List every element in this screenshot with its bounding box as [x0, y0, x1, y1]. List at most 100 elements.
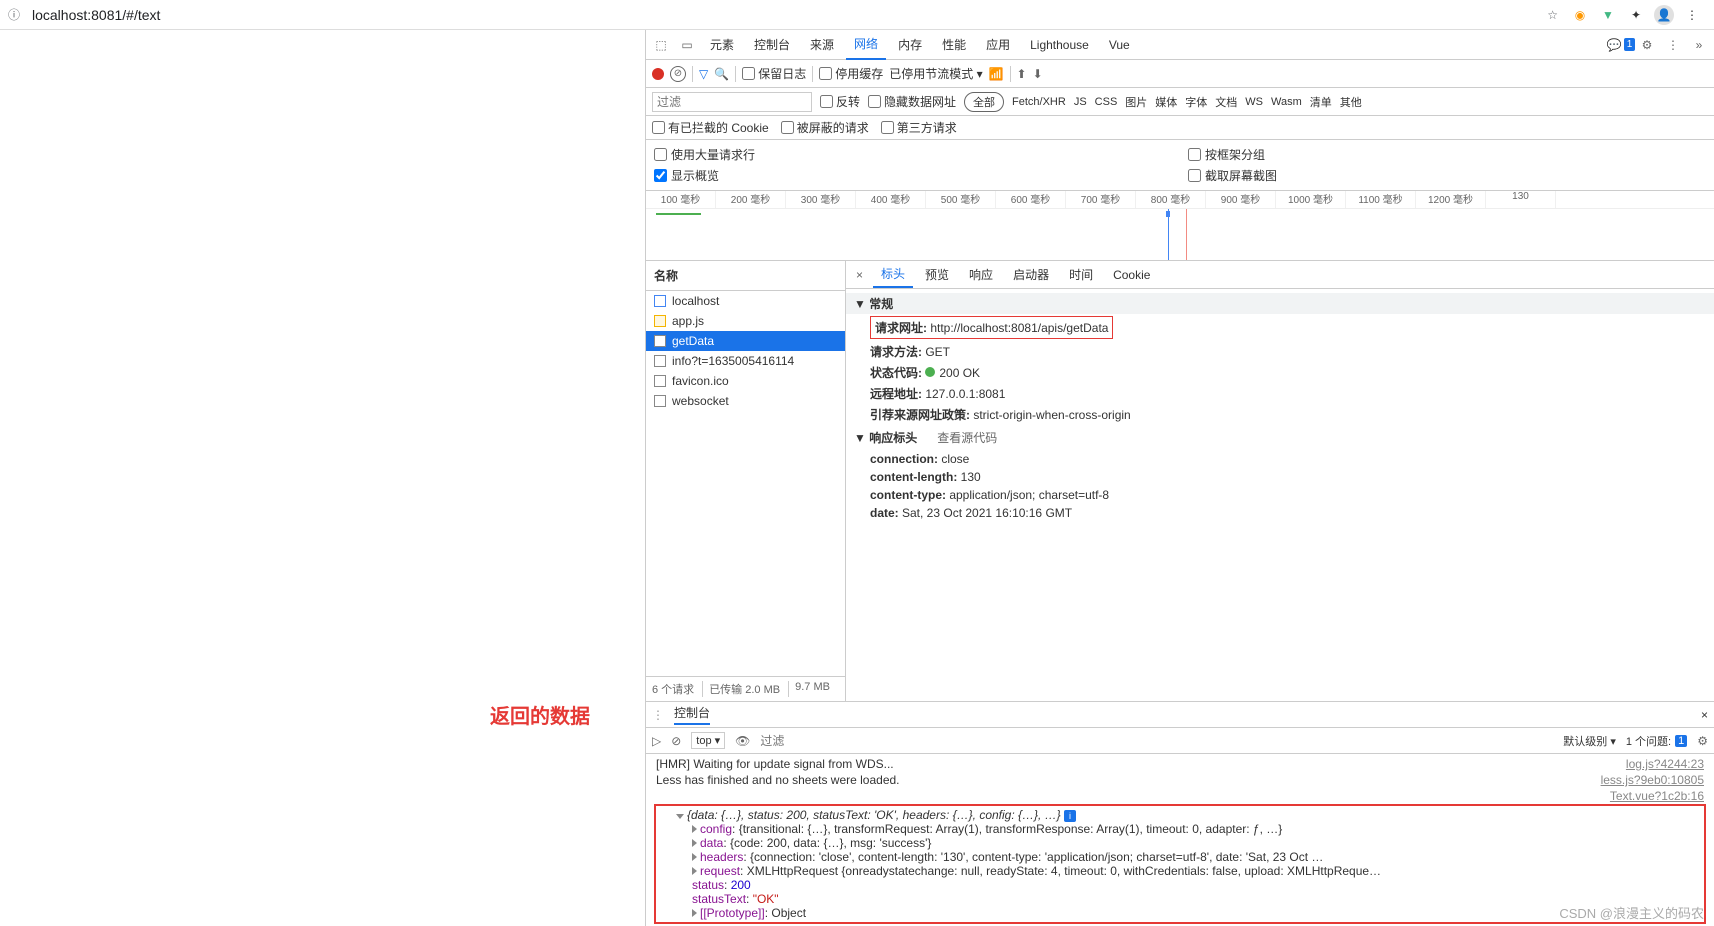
group-by-frame-checkbox[interactable]: 按框架分组	[1188, 144, 1706, 165]
request-list: 名称 localhostapp.jsgetDatainfo?t=16350054…	[646, 261, 846, 701]
request-row[interactable]: getData	[646, 331, 845, 351]
filter-manifest[interactable]: 清单	[1310, 94, 1332, 110]
header-kv: 请求方法: GET	[846, 341, 1714, 362]
tab-network[interactable]: 网络	[846, 29, 886, 60]
extensions-icon[interactable]: ✦	[1626, 5, 1646, 25]
url-text: localhost:8081/#/text	[32, 7, 1547, 23]
drawer-close-icon[interactable]: ×	[1701, 708, 1708, 722]
tab-response[interactable]: 响应	[961, 262, 1001, 287]
view-source-link[interactable]: 查看源代码	[937, 429, 997, 446]
site-info-icon[interactable]: ⓘ	[8, 6, 24, 23]
hide-data-urls-checkbox[interactable]: 隐藏数据网址	[868, 93, 956, 110]
source-link[interactable]: Text.vue?1c2b:16	[1610, 789, 1704, 803]
expand-icon[interactable]: »	[1688, 34, 1710, 56]
more-icon[interactable]: ⋮	[1662, 34, 1684, 56]
request-row[interactable]: websocket	[646, 391, 845, 411]
tab-application[interactable]: 应用	[978, 30, 1018, 59]
console-filter-input[interactable]	[760, 734, 915, 748]
tab-sources[interactable]: 来源	[802, 30, 842, 59]
invert-checkbox[interactable]: 反转	[820, 93, 860, 110]
tab-memory[interactable]: 内存	[890, 30, 930, 59]
blocked-cookies-checkbox[interactable]: 有已拦截的 Cookie	[652, 119, 769, 136]
tab-vue[interactable]: Vue	[1101, 32, 1138, 58]
tab-lighthouse[interactable]: Lighthouse	[1022, 32, 1097, 58]
drawer-drag-icon[interactable]: ⋮	[652, 708, 664, 722]
tick: 130	[1486, 191, 1556, 208]
tab-performance[interactable]: 性能	[934, 30, 974, 59]
third-party-checkbox[interactable]: 第三方请求	[881, 119, 957, 136]
tab-console[interactable]: 控制台	[746, 30, 798, 59]
header-kv: date: Sat, 23 Oct 2021 16:10:16 GMT	[846, 504, 1714, 522]
close-detail-icon[interactable]: ×	[850, 268, 869, 282]
request-row[interactable]: app.js	[646, 311, 845, 331]
network-timeline[interactable]: 100 毫秒 200 毫秒 300 毫秒 400 毫秒 500 毫秒 600 毫…	[646, 191, 1714, 261]
vue-devtools-icon[interactable]: ▼	[1598, 5, 1618, 25]
context-select[interactable]: top ▾	[691, 732, 725, 749]
show-overview-checkbox[interactable]: 显示概览	[654, 165, 1172, 186]
filter-media[interactable]: 媒体	[1155, 94, 1177, 110]
filter-doc[interactable]: 文档	[1215, 94, 1237, 110]
filter-fetchxhr[interactable]: Fetch/XHR	[1012, 96, 1066, 108]
console-tab[interactable]: 控制台	[674, 704, 710, 725]
upload-icon[interactable]: ⬆	[1017, 67, 1027, 81]
tab-cookies[interactable]: Cookie	[1105, 264, 1158, 286]
console-clear-icon[interactable]: ⊘	[671, 734, 681, 748]
request-row[interactable]: localhost	[646, 291, 845, 311]
request-row[interactable]: info?t=1635005416114	[646, 351, 845, 371]
console-eye-icon[interactable]: 👁	[735, 734, 750, 748]
blocked-requests-checkbox[interactable]: 被屏蔽的请求	[781, 119, 869, 136]
log-level-select[interactable]: 默认级别 ▾	[1563, 733, 1616, 749]
source-link[interactable]: less.js?9eb0:10805	[1601, 773, 1704, 787]
filter-other[interactable]: 其他	[1340, 94, 1362, 110]
console-settings-icon[interactable]: ⚙	[1697, 734, 1708, 748]
header-kv: content-type: application/json; charset=…	[846, 486, 1714, 504]
filter-font[interactable]: 字体	[1185, 94, 1207, 110]
bookmark-star-icon[interactable]: ☆	[1547, 8, 1558, 22]
page-content	[0, 30, 645, 926]
source-link[interactable]: log.js?4244:23	[1626, 757, 1704, 771]
disable-cache-checkbox[interactable]: 停用缓存	[819, 65, 883, 82]
list-header[interactable]: 名称	[646, 261, 845, 291]
request-detail: × 标头 预览 响应 启动器 时间 Cookie 常规 请求网址: http:/…	[846, 261, 1714, 701]
filter-all[interactable]: 全部	[964, 92, 1004, 112]
general-section[interactable]: 常规	[846, 293, 1714, 314]
tab-initiator[interactable]: 启动器	[1005, 262, 1057, 287]
menu-icon[interactable]: ⋮	[1682, 5, 1702, 25]
ext-icon-1[interactable]: ◉	[1570, 5, 1590, 25]
filter-wasm[interactable]: Wasm	[1271, 96, 1302, 108]
filter-css[interactable]: CSS	[1095, 96, 1118, 108]
tab-timing[interactable]: 时间	[1061, 262, 1101, 287]
console-play-icon[interactable]: ▷	[652, 734, 661, 748]
preserve-log-checkbox[interactable]: 保留日志	[742, 65, 806, 82]
header-kv: 状态代码: 200 OK	[846, 362, 1714, 383]
filter-input[interactable]	[652, 92, 812, 112]
tab-preview[interactable]: 预览	[917, 262, 957, 287]
filter-toggle-icon[interactable]: ▽	[699, 67, 708, 81]
profile-icon[interactable]: 👤	[1654, 5, 1674, 25]
messages-icon[interactable]: 💬1	[1610, 34, 1632, 56]
response-headers-section[interactable]: ▼ 响应标头	[854, 429, 917, 446]
request-row[interactable]: favicon.ico	[646, 371, 845, 391]
screenshot-checkbox[interactable]: 截取屏幕截图	[1188, 165, 1706, 186]
filter-img[interactable]: 图片	[1125, 94, 1147, 110]
filter-ws[interactable]: WS	[1245, 96, 1263, 108]
clear-button[interactable]: ⊘	[670, 66, 686, 82]
filter-js[interactable]: JS	[1074, 96, 1087, 108]
search-icon[interactable]: 🔍	[714, 67, 729, 81]
tick: 1100 毫秒	[1346, 191, 1416, 208]
throttle-select[interactable]: 已停用节流模式 ▾	[889, 65, 982, 82]
tab-elements[interactable]: 元素	[702, 30, 742, 59]
tab-headers[interactable]: 标头	[873, 261, 913, 288]
wifi-icon[interactable]: 📶	[989, 67, 1004, 81]
detail-tabs: × 标头 预览 响应 启动器 时间 Cookie	[846, 261, 1714, 289]
inspect-icon[interactable]: ⬚	[650, 34, 672, 56]
large-rows-checkbox[interactable]: 使用大量请求行	[654, 144, 1172, 165]
header-kv: connection: close	[846, 450, 1714, 468]
tick: 400 毫秒	[856, 191, 926, 208]
settings-icon[interactable]: ⚙	[1636, 34, 1658, 56]
issues-link[interactable]: 1 个问题: 1	[1626, 733, 1687, 749]
device-icon[interactable]: ▭	[676, 34, 698, 56]
network-toolbar: ⊘ ▽ 🔍 保留日志 停用缓存 已停用节流模式 ▾ 📶 ⬆ ⬇	[646, 60, 1714, 88]
download-icon[interactable]: ⬇	[1033, 67, 1043, 81]
record-button[interactable]	[652, 68, 664, 80]
